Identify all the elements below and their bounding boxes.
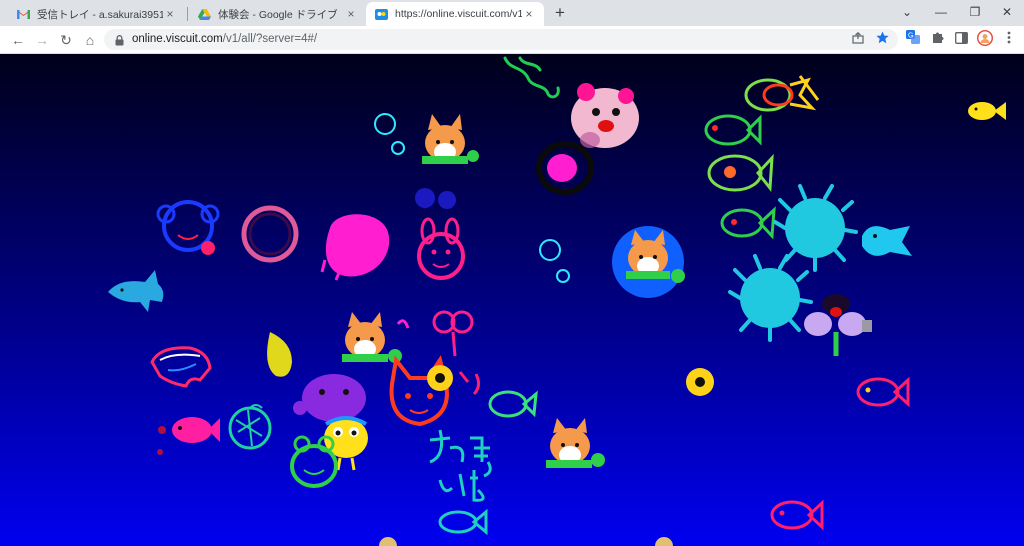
side-panel-icon[interactable]: [951, 30, 971, 50]
dolphin-drawing[interactable]: [108, 270, 164, 312]
url-host: online.viscuit.com: [132, 33, 223, 45]
tab-strip: 受信トレイ - a.sakurai3951@gmail × 体験会 - Goog…: [0, 0, 1024, 26]
black-pink-circle-drawing[interactable]: [536, 141, 594, 195]
restore-button[interactable]: ❐: [958, 0, 992, 26]
corgi-dog-drawing[interactable]: [546, 418, 605, 468]
share-icon[interactable]: [849, 31, 867, 49]
pink-creature-drawing[interactable]: [571, 83, 639, 148]
url-text: online.viscuit.com/v1/all/?server=4#/: [132, 33, 317, 45]
pink-fish-drawing[interactable]: [770, 499, 824, 531]
pink-flower-drawing[interactable]: [396, 310, 481, 396]
reload-button[interactable]: ↻: [56, 30, 76, 50]
google-drive-icon: [197, 8, 211, 20]
bookmark-star-icon[interactable]: [873, 31, 891, 49]
pink-rabbit-drawing[interactable]: [417, 217, 465, 280]
extensions-icon[interactable]: [927, 30, 947, 50]
home-button[interactable]: ⌂: [80, 30, 100, 50]
corgi-dog-drawing[interactable]: [342, 312, 402, 363]
green-fish-drawing[interactable]: [720, 206, 776, 240]
close-tab-icon[interactable]: ×: [344, 7, 358, 21]
browser-toolbar: ← → ↻ ⌂ online.viscuit.com/v1/all/?serve…: [0, 26, 1024, 54]
new-tab-button[interactable]: +: [550, 3, 570, 23]
green-seaweed-drawing[interactable]: [503, 56, 560, 99]
yellow-fish-drawing: [379, 537, 673, 546]
minimize-button[interactable]: —: [924, 0, 958, 26]
forward-button[interactable]: →: [32, 30, 52, 50]
corgi-dog-drawing[interactable]: [612, 226, 685, 298]
yellow-chick-drawing[interactable]: [324, 416, 368, 471]
green-fish-drawing[interactable]: [707, 153, 774, 192]
close-tab-icon[interactable]: ×: [522, 7, 536, 21]
orange-red-fish-drawing[interactable]: [744, 75, 820, 112]
tab-search-button[interactable]: ⌄: [890, 0, 924, 26]
green-fish-drawing[interactable]: [488, 390, 538, 418]
cyan-fish-drawing[interactable]: [862, 226, 912, 256]
cyan-sea-anemone-drawing[interactable]: [728, 254, 813, 342]
purple-creature-drawing[interactable]: [293, 374, 366, 422]
cyan-bubbles-drawing: [374, 113, 570, 283]
gmail-icon: [16, 8, 30, 20]
green-fish-drawing[interactable]: [704, 114, 762, 146]
yellow-fish-drawing[interactable]: [686, 368, 714, 396]
profile-icon[interactable]: [975, 29, 995, 50]
corgi-dog-drawing[interactable]: [422, 114, 479, 164]
pink-fish-drawing[interactable]: [157, 417, 220, 455]
back-button[interactable]: ←: [8, 30, 28, 50]
purple-flower-drawing[interactable]: [804, 294, 872, 356]
cyan-hiragana-scribble-drawing[interactable]: [429, 429, 492, 536]
close-tab-icon[interactable]: ×: [163, 7, 177, 21]
purple-creature-drawing: [415, 188, 456, 209]
dolphin-drawing[interactable]: [150, 346, 212, 388]
tab-label: 体験会 - Google ドライブ: [218, 8, 338, 21]
tab-google-drive[interactable]: 体験会 - Google ドライブ ×: [189, 2, 366, 26]
address-bar[interactable]: online.viscuit.com/v1/all/?server=4#/: [104, 29, 898, 50]
translate-icon[interactable]: G: [903, 30, 923, 50]
blue-creature-drawing[interactable]: [156, 200, 220, 255]
svg-text:G: G: [908, 33, 913, 40]
tab-label: https://online.viscuit.com/v1/all/: [395, 8, 522, 20]
viscuit-icon: [374, 8, 388, 20]
tab-divider: [187, 7, 188, 21]
ring-drawing[interactable]: [241, 205, 299, 263]
tab-gmail[interactable]: 受信トレイ - a.sakurai3951@gmail ×: [8, 2, 185, 26]
url-path: /v1/all/?server=4#/: [222, 33, 318, 45]
viscuit-canvas[interactable]: [0, 54, 1024, 546]
tab-label: 受信トレイ - a.sakurai3951@gmail: [37, 8, 163, 21]
yellow-fish-drawing[interactable]: [968, 102, 1006, 120]
menu-icon[interactable]: [999, 30, 1019, 50]
close-window-button[interactable]: ✕: [990, 0, 1024, 26]
magenta-blob-drawing[interactable]: [320, 214, 390, 281]
cyan-sea-anemone-drawing[interactable]: [228, 404, 272, 450]
yellow-leaf-drawing[interactable]: [267, 332, 292, 377]
lock-icon: [115, 33, 124, 51]
tab-viscuit[interactable]: https://online.viscuit.com/v1/all/ ×: [366, 2, 544, 26]
pink-fish-drawing[interactable]: [856, 376, 910, 408]
